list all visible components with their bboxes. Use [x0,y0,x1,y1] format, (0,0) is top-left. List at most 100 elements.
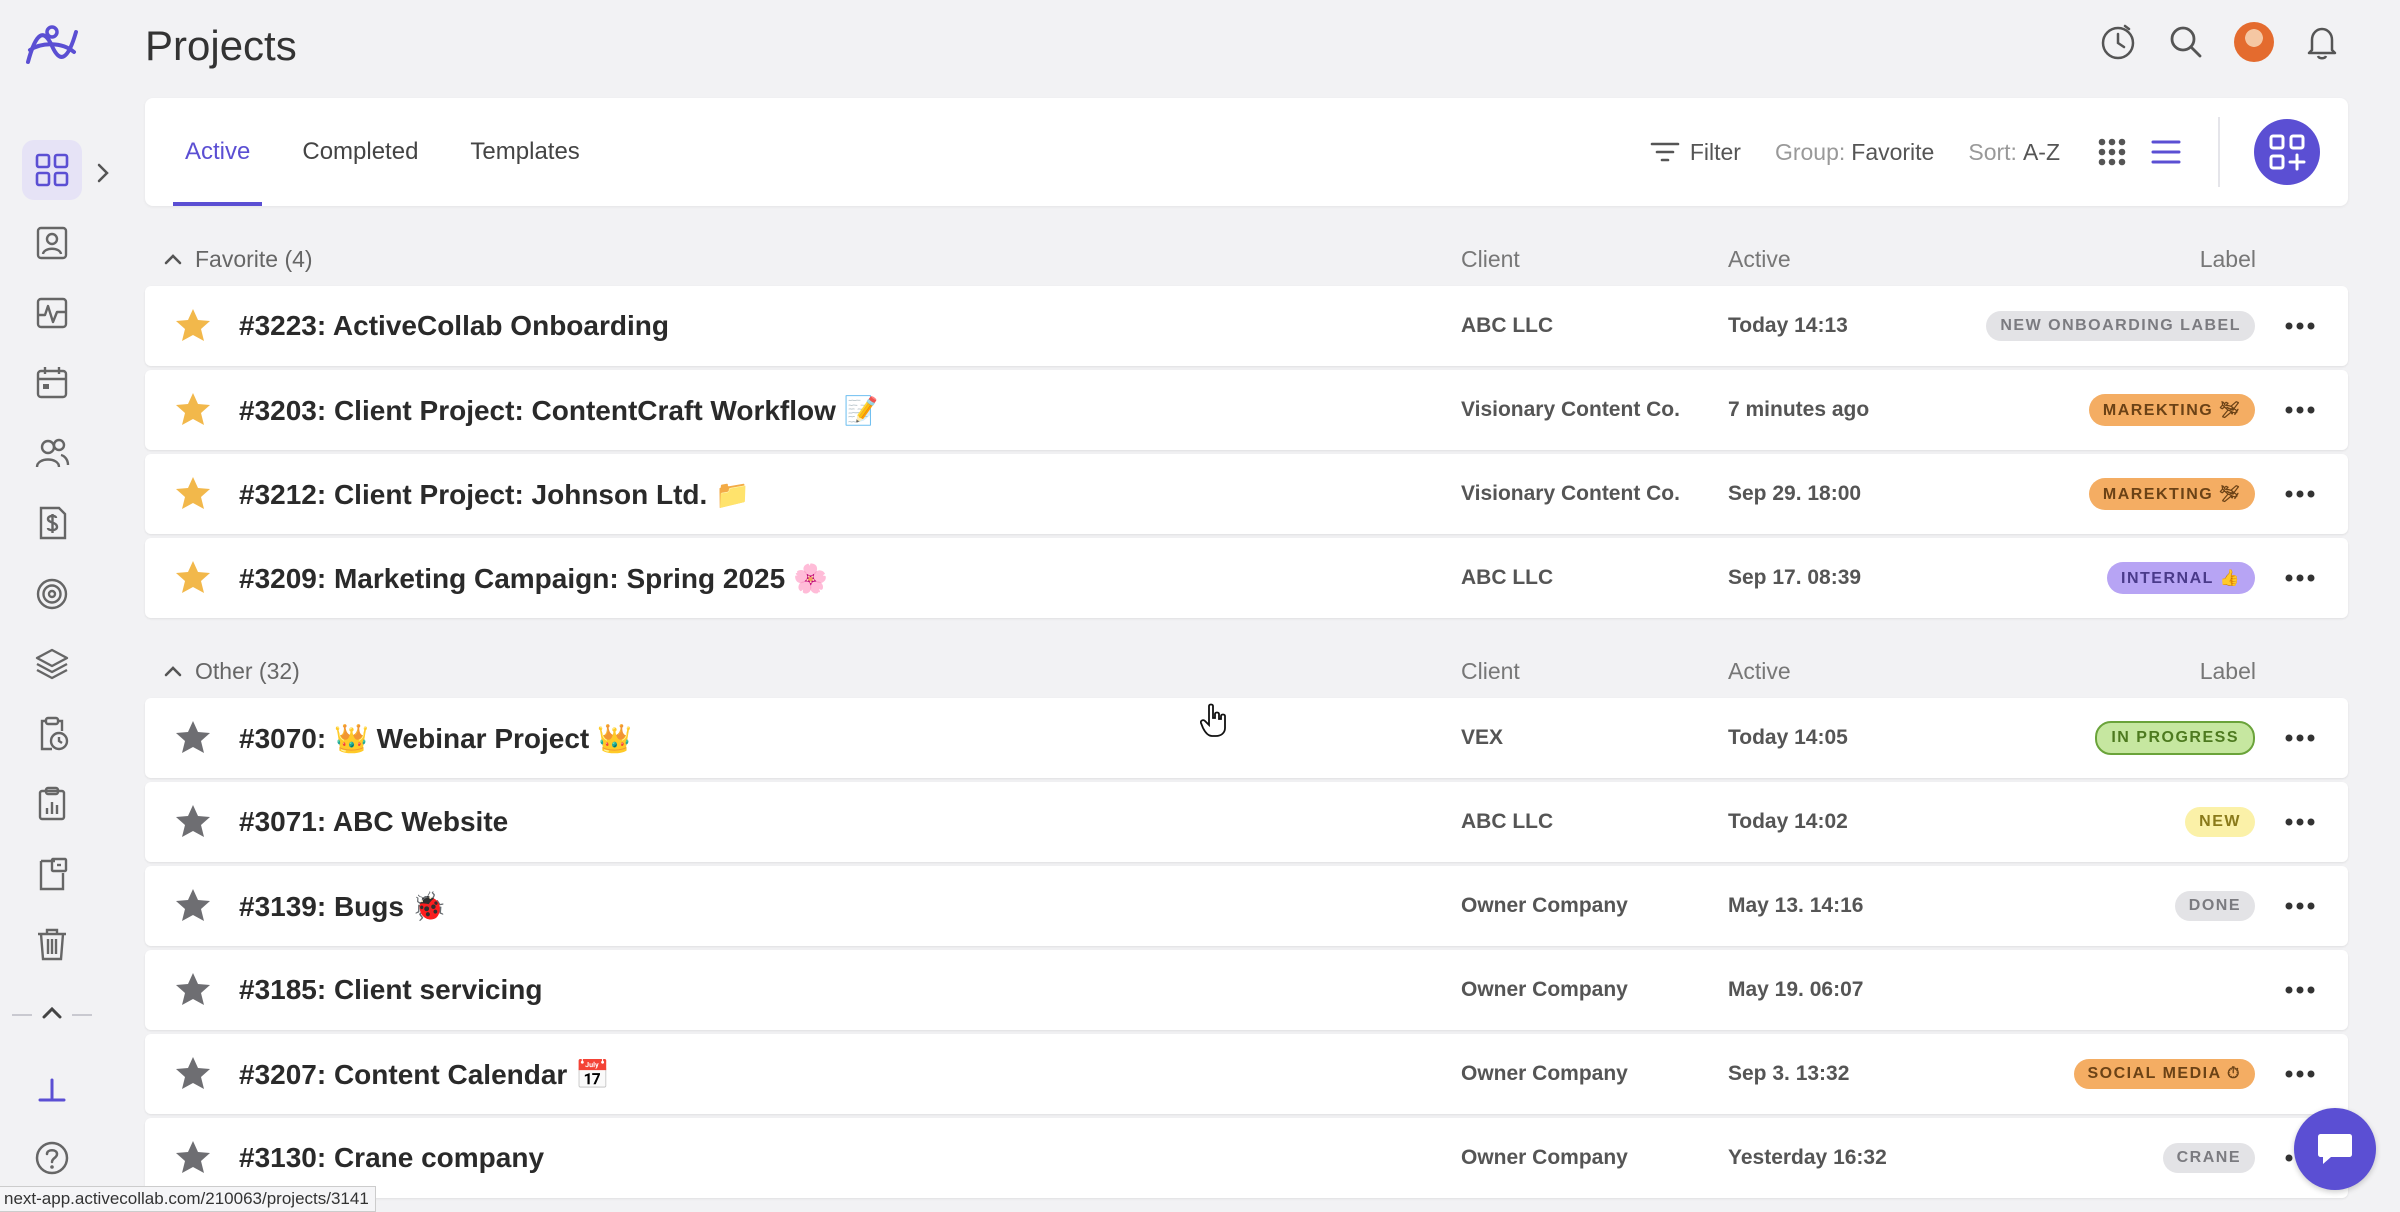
project-row[interactable]: #3130: Crane company Owner Company Yesterd… [145,1118,2348,1198]
sidebar-item-layers[interactable] [22,634,82,694]
column-header-client[interactable]: Client [1461,246,1520,273]
chevron-up-icon[interactable] [40,1003,64,1023]
star-filled-icon[interactable] [173,306,213,346]
group-header[interactable]: Other (32) Client Active Label [145,646,2348,696]
project-row[interactable]: #3207: Content Calendar 📅 Owner Company Se… [145,1034,2348,1114]
project-name[interactable]: #3139: Bugs 🐞 [239,866,447,946]
chat-button[interactable] [2294,1108,2376,1190]
activecollab-logo-icon[interactable] [22,22,82,70]
help-icon[interactable] [34,1140,70,1176]
project-row[interactable]: #3223: ActiveCollab Onboarding ABC LLC Tod… [145,286,2348,366]
star-filled-icon[interactable] [173,558,213,598]
sidebar-item-projects[interactable] [22,140,82,200]
column-header-label[interactable]: Label [2200,658,2256,685]
search-icon[interactable] [2166,22,2206,62]
sidebar-item-trash[interactable] [22,914,82,974]
more-options-icon[interactable] [2282,564,2318,592]
group-header[interactable]: Favorite (4) Client Active Label [145,234,2348,284]
project-label-cell: DONE [2174,866,2255,946]
project-label-badge[interactable]: CRANE [2162,1143,2255,1173]
list-view-icon[interactable] [2148,134,2184,170]
project-last-active: 7 minutes ago [1728,398,1870,421]
project-client: Owner Company [1461,1062,1628,1085]
bell-icon[interactable] [2302,22,2342,62]
project-label-badge[interactable]: IN PROGRESS [2095,721,2255,755]
column-header-active[interactable]: Active [1728,658,1791,685]
chevron-up-icon [164,666,182,677]
calendar-icon [36,367,68,399]
project-label-cell: NEW ONBOARDING LABEL [1986,286,2255,366]
project-name[interactable]: #3207: Content Calendar 📅 [239,1034,610,1114]
project-row[interactable]: #3139: Bugs 🐞 Owner Company May 13. 14:16 D… [145,866,2348,946]
star-icon[interactable] [173,718,213,758]
project-name[interactable]: #3223: ActiveCollab Onboarding [239,286,669,366]
sidebar-item-notes[interactable] [22,844,82,904]
project-label-badge[interactable]: INTERNAL 👍 [2107,562,2255,594]
project-client: Owner Company [1461,894,1628,917]
star-icon[interactable] [173,1138,213,1178]
sidebar-item-calendar[interactable] [22,353,82,413]
project-name[interactable]: #3203: Client Project: ContentCraft Work… [239,370,879,450]
column-header-label[interactable]: Label [2200,246,2256,273]
group-selector[interactable]: Group: Favorite [1775,139,1934,166]
more-options-icon[interactable] [2282,1060,2318,1088]
more-options-icon[interactable] [2282,480,2318,508]
clipboard-chart-icon [38,786,66,821]
project-row[interactable]: #3185: Client servicing Owner Company May … [145,950,2348,1030]
project-label-badge[interactable]: NEW ONBOARDING LABEL [1986,311,2255,341]
grid-view-icon[interactable] [2094,134,2130,170]
star-filled-icon[interactable] [173,390,213,430]
timer-icon[interactable] [2098,22,2138,62]
project-name[interactable]: #3071: ABC Website [239,782,508,862]
more-options-icon[interactable] [2282,396,2318,424]
project-label-cell: INTERNAL 👍 [2107,538,2255,618]
sidebar-item-people[interactable] [22,213,82,273]
project-label-badge[interactable]: MAREKTING 🛩 [2088,478,2255,510]
column-header-active[interactable]: Active [1728,246,1791,273]
users-icon [35,438,70,468]
column-header-client[interactable]: Client [1461,658,1520,685]
more-options-icon[interactable] [2282,976,2318,1004]
star-icon[interactable] [173,970,213,1010]
tab-templates[interactable]: Templates [458,98,591,206]
project-name[interactable]: #3209: Marketing Campaign: Spring 2025 🌸 [239,538,828,618]
pin-icon[interactable] [36,1076,68,1106]
project-label-badge[interactable]: NEW [2185,807,2255,837]
status-bar-url: next-app.activecollab.com/210063/project… [0,1186,376,1212]
project-row[interactable]: #3071: ABC Website ABC LLC Today 14:02 NEW [145,782,2348,862]
filter-button[interactable]: Filter [1650,139,1741,166]
project-last-active: Sep 3. 13:32 [1728,1062,1850,1085]
add-project-button[interactable] [2254,119,2320,185]
sidebar-item-activity[interactable] [22,283,82,343]
star-icon[interactable] [173,802,213,842]
project-row[interactable]: #3203: Client Project: ContentCraft Work… [145,370,2348,450]
more-options-icon[interactable] [2282,312,2318,340]
star-icon[interactable] [173,1054,213,1094]
tab-active[interactable]: Active [173,98,263,206]
divider [12,1014,32,1016]
project-name[interactable]: #3070: 👑 Webinar Project 👑 [239,698,632,778]
sidebar-item-team[interactable] [22,423,82,483]
project-name[interactable]: #3212: Client Project: Johnson Ltd. 📁 [239,454,750,534]
chevron-right-icon[interactable] [94,160,112,186]
project-row[interactable]: #3209: Marketing Campaign: Spring 2025 🌸… [145,538,2348,618]
sidebar-item-timesheet[interactable] [22,704,82,764]
star-icon[interactable] [173,886,213,926]
more-options-icon[interactable] [2282,892,2318,920]
project-label-badge[interactable]: DONE [2174,891,2255,921]
project-label-badge[interactable]: MAREKTING 🛩 [2088,394,2255,426]
project-label-badge[interactable]: SOCIAL MEDIA ⏱ [2073,1059,2255,1089]
star-filled-icon[interactable] [173,474,213,514]
sidebar-item-invoices[interactable] [22,493,82,553]
sidebar-item-reports[interactable] [22,774,82,834]
sort-value: A-Z [2022,138,2060,165]
more-options-icon[interactable] [2282,808,2318,836]
avatar[interactable] [2234,22,2274,62]
project-name[interactable]: #3185: Client servicing [239,950,542,1030]
sidebar-item-goals[interactable] [22,564,82,624]
project-row[interactable]: #3070: 👑 Webinar Project 👑 VEX Today 14:05… [145,698,2348,778]
sort-selector[interactable]: Sort: A-Z [1968,139,2060,166]
tab-completed[interactable]: Completed [290,98,430,206]
project-row[interactable]: #3212: Client Project: Johnson Ltd. 📁 Vis… [145,454,2348,534]
more-options-icon[interactable] [2282,724,2318,752]
